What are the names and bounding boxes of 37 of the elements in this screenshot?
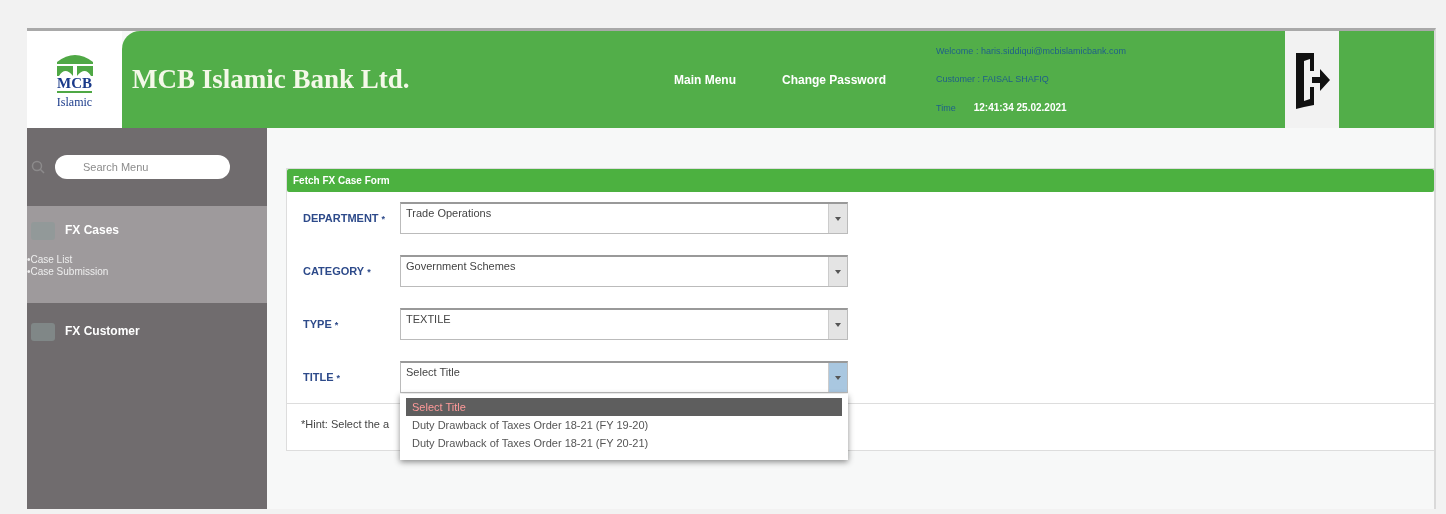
required-mark: * — [336, 373, 341, 383]
nav-link[interactable]: Change Password — [782, 72, 887, 87]
select-field[interactable]: Select Title — [400, 361, 848, 393]
required-mark: * — [381, 214, 386, 224]
select-field[interactable]: Trade Operations — [400, 202, 848, 234]
search-field[interactable]: Search Menu — [55, 155, 230, 179]
hint-text: *Hint: Select the a — [301, 418, 390, 430]
field-label: CATEGORY — [303, 265, 365, 277]
menu-section[interactable]: FX Customer — [27, 303, 267, 359]
required-mark: * — [367, 267, 371, 277]
time-label: Time — [936, 103, 956, 113]
logo-text: MCB — [57, 75, 92, 93]
nav-link[interactable]: Main Menu — [674, 72, 736, 87]
dropdown-option[interactable]: Duty Drawback of Taxes Order 18-21 (FY 20-21) — [406, 434, 842, 452]
time-value: 12:41:34 25.02.2021 — [973, 102, 1067, 113]
menu-section-label: FX Cases — [65, 223, 120, 237]
caret-down-icon — [835, 269, 841, 274]
field-label: DEPARTMENT — [303, 212, 379, 224]
dropdown-option[interactable]: Select Title — [406, 398, 842, 416]
select-field[interactable]: TEXTILE — [400, 308, 848, 340]
logo-subtitle: Islamic — [56, 94, 93, 110]
menu-section-label: FX Customer — [65, 324, 140, 338]
caret-down-icon — [835, 375, 841, 380]
menu-section[interactable]: FX Cases — [27, 206, 267, 254]
caret-down-icon — [835, 216, 841, 221]
required-mark: * — [334, 320, 339, 330]
search-icon — [31, 160, 45, 174]
logout-button[interactable] — [1285, 31, 1340, 128]
dropdown-option[interactable]: Duty Drawback of Taxes Order 18-21 (FY 19-20) — [406, 416, 842, 434]
caret-down-icon — [835, 322, 841, 327]
bank-name: MCB Islamic Bank Ltd. — [132, 64, 411, 95]
field-label: TITLE — [303, 371, 334, 383]
welcome-text: Welcome : haris.siddiqui@mcbislamicbank.com — [936, 46, 1128, 56]
form-title-bar: Fetch FX Case Form — [287, 169, 1434, 192]
select-field[interactable]: Government Schemes — [400, 255, 848, 287]
customer-text: Customer : FAISAL SHAFIQ — [936, 74, 1050, 84]
field-label: TYPE — [303, 318, 332, 330]
